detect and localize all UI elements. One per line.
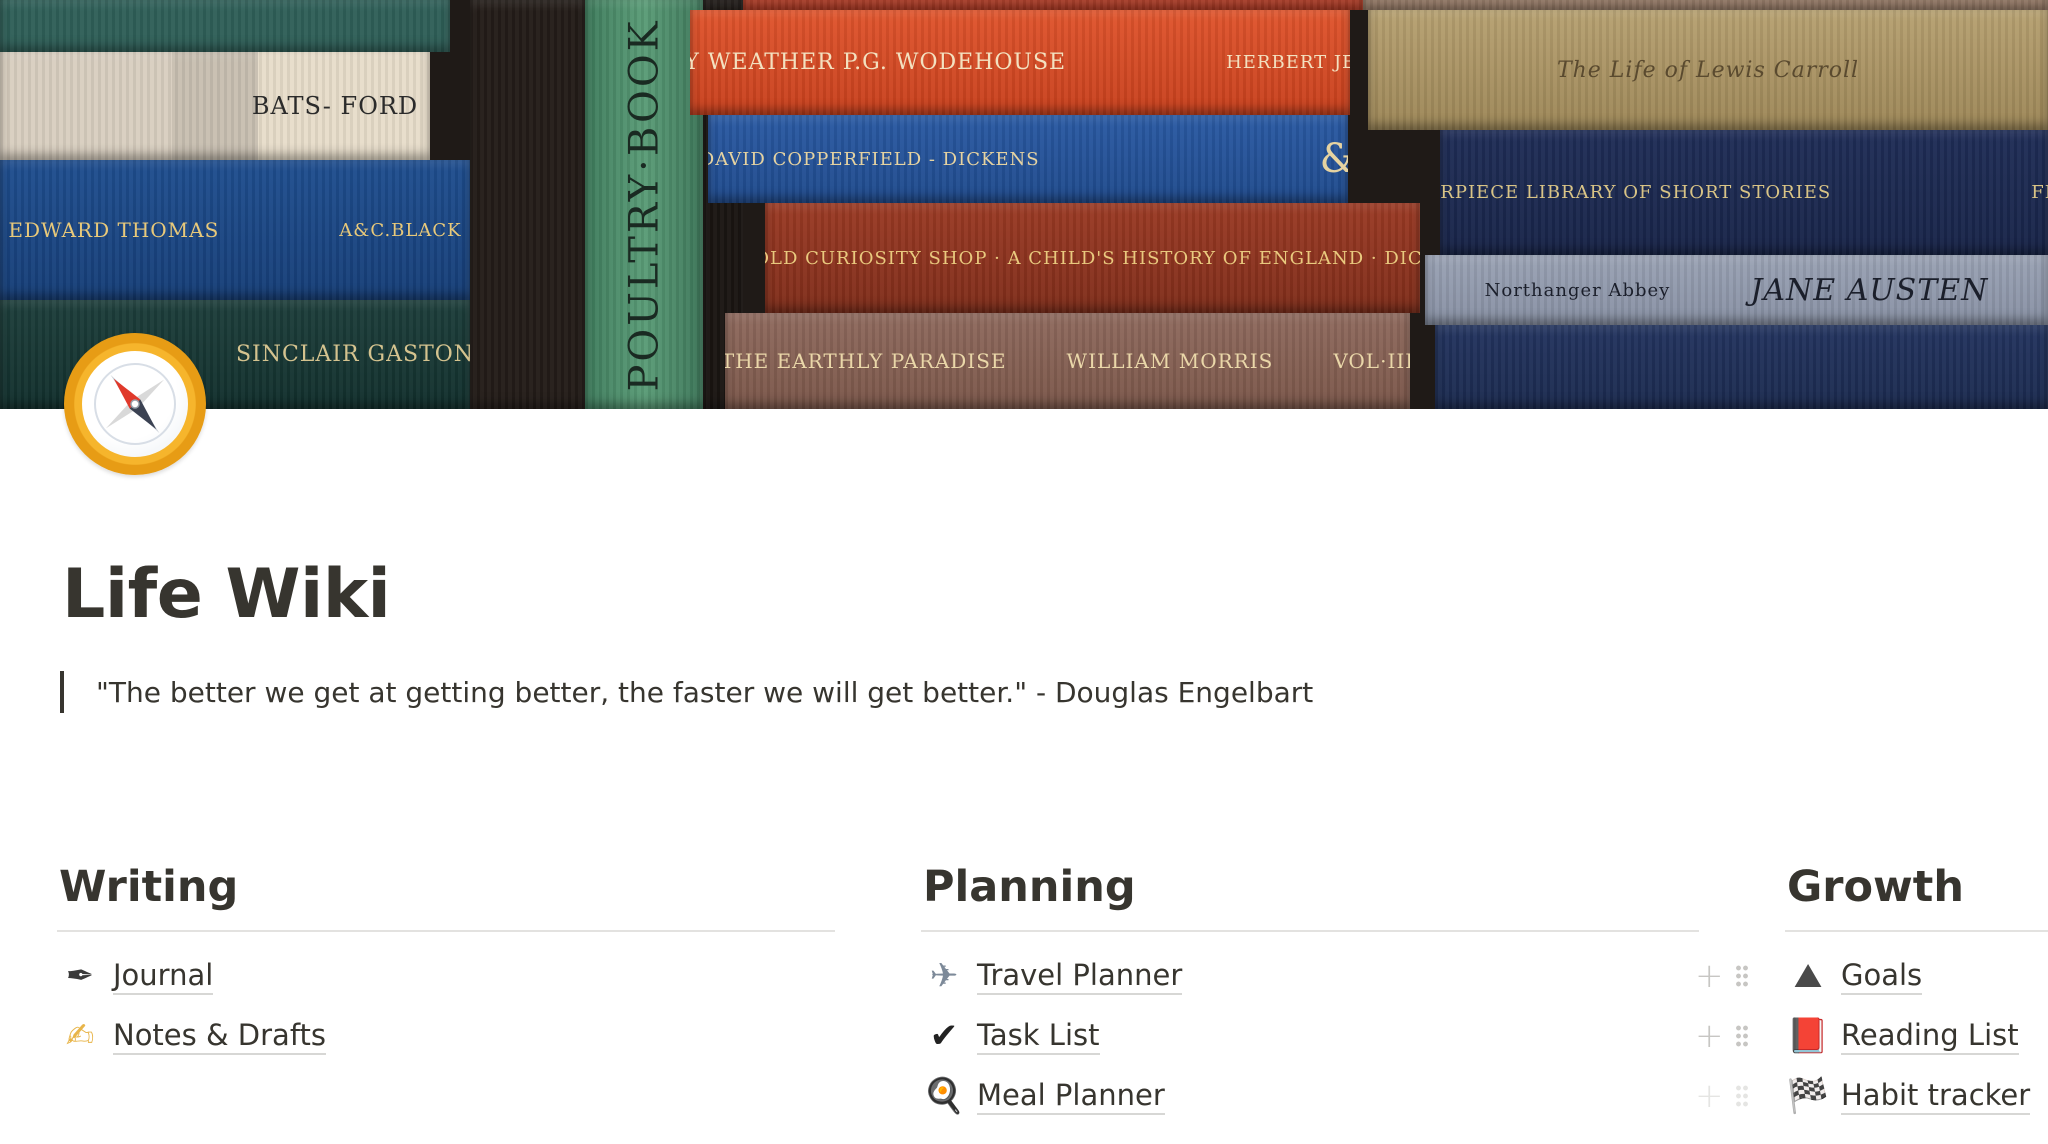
plus-icon[interactable]: + — [1695, 956, 1724, 996]
plus-icon[interactable]: + — [1695, 1076, 1724, 1116]
page-link-list: ✒ Journal ✍ Notes & Drafts — [57, 946, 835, 1066]
book-spine: EDWARD THOMAS A&C.BLACK — [0, 160, 470, 300]
book-spine — [1363, 0, 2048, 10]
frying-pan-icon: 🍳 — [922, 1076, 966, 1116]
book-spine: The Life of Lewis Carroll — [1368, 10, 2048, 130]
page-link-meal-planner[interactable]: Meal Planner — [977, 1077, 1165, 1115]
list-item[interactable]: + 🏁 Habit tracker — [1695, 1066, 2048, 1126]
block-handle: + — [1695, 1006, 1749, 1066]
column-growth: Growth + ⛰ Goals + 📕 Reading List + 🏁 Ha… — [1695, 862, 2048, 1126]
book-spine: HEAVY WEATHER P.G. WODEHOUSE HERBERT JEN… — [690, 10, 1350, 115]
book-spine: DAVID COPPERFIELD - DICKENS & — [708, 115, 1348, 203]
red-book-icon: 📕 — [1786, 1016, 1830, 1056]
check-mark-icon: ✔ — [929, 1016, 959, 1056]
page-title[interactable]: Life Wiki — [62, 555, 391, 634]
column-heading[interactable]: Writing — [57, 862, 835, 932]
drag-handle-icon[interactable] — [1735, 1084, 1749, 1108]
book-spine — [470, 0, 585, 409]
list-item[interactable]: ✔ Task List — [921, 1006, 1699, 1066]
list-item[interactable]: + 📕 Reading List — [1695, 1006, 2048, 1066]
book-spine: POULTRY·BOOK — [585, 0, 703, 409]
page-link-task-list[interactable]: Task List — [977, 1017, 1100, 1055]
list-item[interactable]: ✈ Travel Planner — [921, 946, 1699, 1006]
page-link-list: ✈ Travel Planner ✔ Task List 🍳 Meal Plan… — [921, 946, 1699, 1126]
drag-handle-icon[interactable] — [1735, 964, 1749, 988]
page-link-journal[interactable]: Journal — [113, 957, 214, 995]
airplane-icon: ✈ — [929, 956, 959, 996]
quote-block[interactable]: "The better we get at getting better, th… — [60, 671, 1313, 713]
fountain-pen-icon: ✒ — [65, 956, 95, 996]
column-heading[interactable]: Growth — [1785, 862, 2048, 932]
drag-handle-icon[interactable] — [1735, 1024, 1749, 1048]
page-link-list: + ⛰ Goals + 📕 Reading List + 🏁 Habit tra… — [1695, 946, 2048, 1126]
column-writing: Writing ✒ Journal ✍ Notes & Drafts — [57, 862, 835, 1066]
column-heading[interactable]: Planning — [921, 862, 1699, 932]
book-spine — [1435, 325, 2048, 409]
book-spine — [0, 0, 450, 52]
book-spine: THE OLD CURIOSITY SHOP · A CHILD'S HISTO… — [765, 203, 1420, 313]
notion-page: BATS- FORD EDWARD THOMAS A&C.BLACK SINCL… — [0, 0, 2048, 1144]
page-link-notes-drafts[interactable]: Notes & Drafts — [113, 1017, 327, 1055]
list-item[interactable]: ✍ Notes & Drafts — [57, 1006, 835, 1066]
list-item[interactable]: ✒ Journal — [57, 946, 835, 1006]
plus-icon[interactable]: + — [1695, 1016, 1724, 1056]
book-spine — [743, 0, 1363, 10]
list-item[interactable]: + ⛰ Goals — [1695, 946, 2048, 1006]
checkered-flag-icon: 🏁 — [1786, 1076, 1830, 1116]
compass-needle-icon — [94, 363, 176, 445]
page-link-reading-list[interactable]: Reading List — [1841, 1017, 2019, 1055]
book-spine: Northanger Abbey JANE AUSTEN — [1425, 255, 2048, 325]
compass-icon[interactable] — [64, 333, 206, 475]
book-spine: BATS- FORD — [0, 52, 430, 160]
column-planning: Planning ✈ Travel Planner ✔ Task List 🍳 … — [921, 862, 1699, 1126]
page-link-habit-tracker[interactable]: Habit tracker — [1841, 1077, 2031, 1115]
block-handle: + — [1695, 946, 1749, 1006]
writing-hand-icon: ✍ — [65, 1016, 95, 1056]
page-link-goals[interactable]: Goals — [1841, 957, 1923, 995]
block-handle: + — [1695, 1066, 1749, 1126]
book-monogram: & — [1320, 136, 1348, 182]
cover-image[interactable]: BATS- FORD EDWARD THOMAS A&C.BLACK SINCL… — [0, 0, 2048, 409]
book-spine: MASTERPIECE LIBRARY OF SHORT STORIES FRE… — [1440, 130, 2048, 255]
quote-text: "The better we get at getting better, th… — [96, 675, 1314, 709]
page-link-travel-planner[interactable]: Travel Planner — [977, 957, 1183, 995]
compass-face — [82, 351, 188, 457]
mountain-icon: ⛰ — [1793, 956, 1823, 996]
book-spine: THE EARTHLY PARADISE WILLIAM MORRIS VOL·… — [725, 313, 1410, 409]
list-item[interactable]: 🍳 Meal Planner — [921, 1066, 1699, 1126]
